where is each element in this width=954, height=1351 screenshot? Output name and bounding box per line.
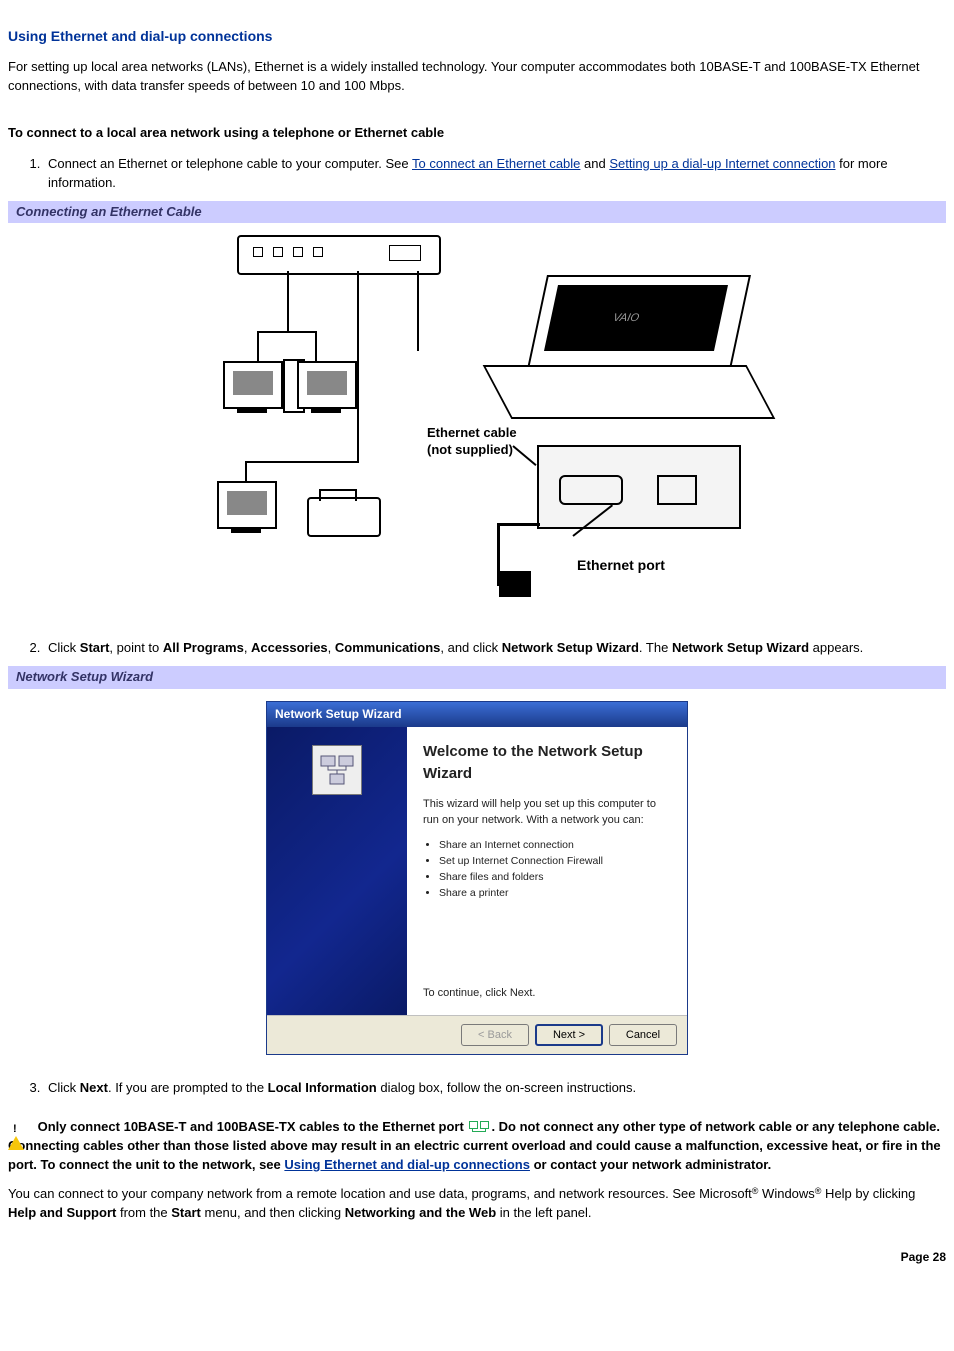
wizard-button-row: < Back Next > Cancel <box>267 1015 687 1054</box>
wizard-titlebar: Network Setup Wizard <box>267 702 687 727</box>
figure-ethernet-diagram: VAIO Ethernet cable (not supplied) Ether… <box>8 235 946 615</box>
wizard-bullet: Set up Internet Connection Firewall <box>439 854 671 869</box>
link-using-ethernet-dialup[interactable]: Using Ethernet and dial-up connections <box>284 1157 530 1172</box>
step2-text: Click <box>48 640 80 655</box>
warning-block: Only connect 10BASE-T and 100BASE-TX cab… <box>8 1118 946 1175</box>
tail-help-and-support: Help and Support <box>8 1205 116 1220</box>
step2-nsw: Network Setup Wizard <box>502 640 639 655</box>
laptop-brand-label: VAIO <box>611 311 640 327</box>
tail-text: Help by clicking <box>821 1186 915 1201</box>
page-number: Page 28 <box>8 1249 946 1266</box>
intro-paragraph: For setting up local area networks (LANs… <box>8 58 946 96</box>
desktop-monitor-icon <box>223 361 283 409</box>
vga-port-icon <box>559 475 623 505</box>
step2-allprograms: All Programs <box>163 640 244 655</box>
cancel-button[interactable]: Cancel <box>609 1024 677 1046</box>
tail-text: menu, and then clicking <box>201 1205 345 1220</box>
step-3: Click Next. If you are prompted to the L… <box>44 1079 946 1098</box>
wizard-dialog: Network Setup Wizard Welcome to the Netw… <box>266 701 688 1055</box>
wizard-bullet-list: Share an Internet connection Set up Inte… <box>439 837 671 903</box>
tail-start: Start <box>171 1205 201 1220</box>
step3-text: . If you are prompted to the <box>108 1080 268 1095</box>
step1-text: Connect an Ethernet or telephone cable t… <box>48 156 412 171</box>
link-connect-ethernet-cable[interactable]: To connect an Ethernet cable <box>412 156 580 171</box>
warning-text-c: or contact your network administrator. <box>530 1157 771 1172</box>
step2-text: , <box>328 640 335 655</box>
ethernet-port-icon <box>657 475 697 505</box>
warning-text-a: Only connect 10BASE-T and 100BASE-TX cab… <box>38 1119 468 1134</box>
wizard-heading: Welcome to the Network Setup Wizard <box>423 741 671 785</box>
step3-text: Click <box>48 1080 80 1095</box>
section-heading: Using Ethernet and dial-up connections <box>8 26 946 46</box>
wizard-bullet: Share a printer <box>439 886 671 901</box>
step3-local-information: Local Information <box>268 1080 377 1095</box>
ethernet-cable-label: Ethernet cable (not supplied) <box>427 425 527 458</box>
hub-icon <box>237 235 441 275</box>
laptop-icon: VAIO <box>497 275 757 425</box>
ethernet-plug-icon <box>499 571 531 597</box>
wizard-sidebar <box>267 727 407 1015</box>
warning-text: Only connect 10BASE-T and 100BASE-TX cab… <box>8 1119 941 1172</box>
link-setup-dialup[interactable]: Setting up a dial-up Internet connection <box>609 156 835 171</box>
ethernet-port-glyph-icon <box>469 1121 489 1135</box>
network-wizard-icon <box>312 745 362 795</box>
step3-text: dialog box, follow the on-screen instruc… <box>377 1080 636 1095</box>
tail-networking-web: Networking and the Web <box>345 1205 496 1220</box>
step2-text: . The <box>639 640 672 655</box>
printer-icon <box>307 497 381 537</box>
step1-text-mid: and <box>580 156 609 171</box>
desktop-monitor-icon <box>297 361 357 409</box>
figure2-caption: Network Setup Wizard <box>8 666 946 689</box>
ethernet-port-label: Ethernet port <box>577 555 665 575</box>
step2-text: , <box>244 640 251 655</box>
step2-text: appears. <box>809 640 863 655</box>
wizard-continue-text: To continue, click Next. <box>423 986 671 1002</box>
back-button[interactable]: < Back <box>461 1024 529 1046</box>
step2-accessories: Accessories <box>251 640 328 655</box>
desktop-monitor-icon <box>217 481 277 529</box>
tail-text: from the <box>116 1205 171 1220</box>
closing-paragraph: You can connect to your company network … <box>8 1185 946 1223</box>
step2-communications: Communications <box>335 640 440 655</box>
step2-nsw2: Network Setup Wizard <box>672 640 809 655</box>
step3-next: Next <box>80 1080 108 1095</box>
warning-icon <box>8 1120 24 1135</box>
procedure-heading: To connect to a local area network using… <box>8 124 946 143</box>
tail-text: You can connect to your company network … <box>8 1186 752 1201</box>
wizard-bullet: Share an Internet connection <box>439 838 671 853</box>
step-2: Click Start, point to All Programs, Acce… <box>44 639 946 658</box>
step2-text: , and click <box>440 640 501 655</box>
figure1-caption: Connecting an Ethernet Cable <box>8 201 946 224</box>
laptop-ports-closeup <box>537 445 741 529</box>
step-1: Connect an Ethernet or telephone cable t… <box>44 155 946 193</box>
tail-text: in the left panel. <box>496 1205 591 1220</box>
figure-wizard-dialog: Network Setup Wizard Welcome to the Netw… <box>8 701 946 1055</box>
next-button[interactable]: Next > <box>535 1024 603 1046</box>
wizard-bullet: Share files and folders <box>439 870 671 885</box>
step2-start: Start <box>80 640 110 655</box>
tail-text: Windows <box>758 1186 814 1201</box>
wizard-lead-text: This wizard will help you set up this co… <box>423 797 671 829</box>
step2-text: , point to <box>109 640 162 655</box>
